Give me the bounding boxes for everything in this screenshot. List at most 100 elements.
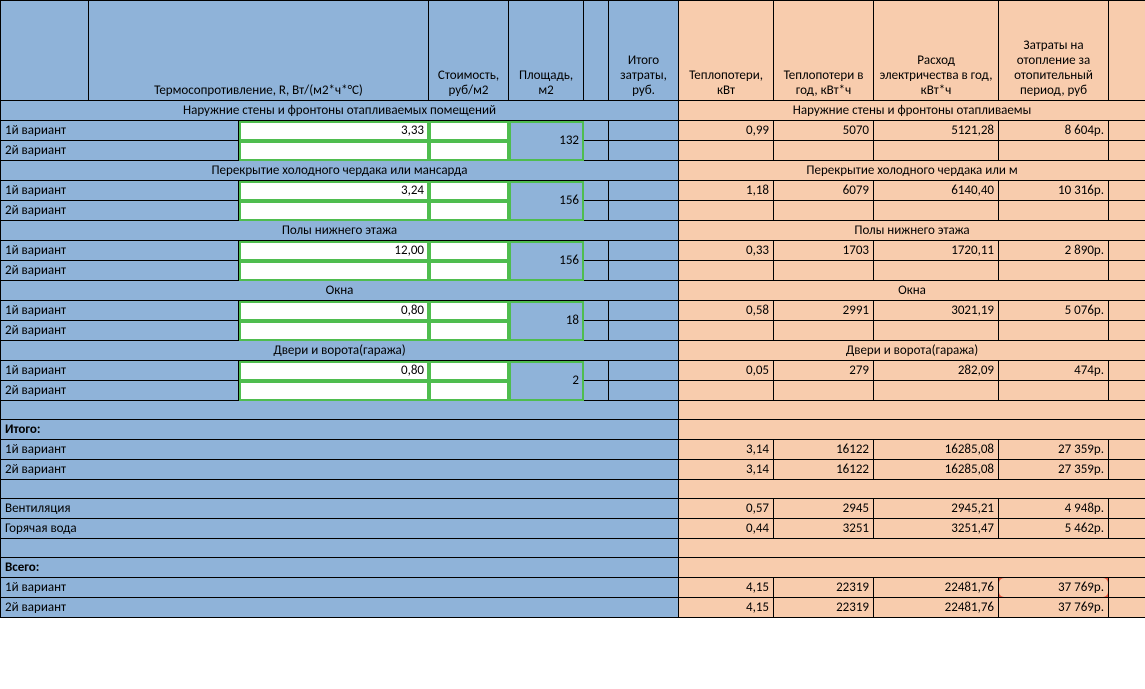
hot-heat[interactable]: 5 462р.: [999, 519, 1109, 539]
doors-v1-ov[interactable]: [1109, 361, 1145, 381]
itogo-v2-elec[interactable]: 16285,08: [874, 460, 999, 480]
vsego-v1-elec[interactable]: 22481,76: [874, 578, 999, 598]
walls-v1-hly[interactable]: 5070: [774, 121, 874, 141]
section-attic-title-right[interactable]: Перекрытие холодного чердака или м: [679, 161, 1145, 181]
walls-v2-r-input[interactable]: [239, 141, 429, 161]
doors-v1-r-input[interactable]: 0,80: [239, 361, 429, 381]
itogo-v2-ov[interactable]: [1109, 460, 1145, 480]
header-heating-cost[interactable]: Затраты на отопление за отопительный пер…: [999, 1, 1109, 101]
attic-area[interactable]: 156: [509, 181, 584, 221]
header-cost[interactable]: Стоимость, руб/м2: [429, 1, 509, 101]
vent-heat[interactable]: 4 948р.: [999, 499, 1109, 519]
doors-v1-cost-input[interactable]: [429, 361, 509, 381]
itogo-v1-elec[interactable]: 16285,08: [874, 440, 999, 460]
floor-v2-r-input[interactable]: [239, 261, 429, 281]
floor-v2-cost-input[interactable]: [429, 261, 509, 281]
attic-v1-tot[interactable]: [609, 181, 679, 201]
doors-v2-label[interactable]: 2й вариант: [1, 381, 239, 401]
floor-v1-hly[interactable]: 1703: [774, 241, 874, 261]
doors-v2-elec[interactable]: [874, 381, 999, 401]
walls-v2-heat[interactable]: [999, 141, 1109, 161]
vent-hl[interactable]: 0,57: [679, 499, 774, 519]
itogo-label[interactable]: Итого:: [1, 420, 679, 440]
windows-v2-sp[interactable]: [584, 321, 609, 341]
walls-v2-ov[interactable]: [1109, 141, 1145, 161]
vsego-v2-hly[interactable]: 22319: [774, 598, 874, 618]
walls-v2-sp[interactable]: [584, 141, 609, 161]
itogo-right[interactable]: [679, 420, 1145, 440]
vsego-v2-heat[interactable]: 37 769р.: [999, 598, 1109, 618]
section-windows-title-left[interactable]: Окна: [1, 281, 679, 301]
hot-hl[interactable]: 0,44: [679, 519, 774, 539]
walls-v1-hl[interactable]: 0,99: [679, 121, 774, 141]
itogo-v2-hl[interactable]: 3,14: [679, 460, 774, 480]
section-walls-title-right[interactable]: Наружние стены и фронтоны отапливаемы: [679, 101, 1145, 121]
windows-area[interactable]: 18: [509, 301, 584, 341]
doors-v1-tot[interactable]: [609, 361, 679, 381]
floor-v1-elec[interactable]: 1720,11: [874, 241, 999, 261]
doors-v2-tot[interactable]: [609, 381, 679, 401]
windows-v1-r-input[interactable]: 0,80: [239, 301, 429, 321]
header-electricity[interactable]: Расход электричества в год, кВт*ч: [874, 1, 999, 101]
vent-elec[interactable]: 2945,21: [874, 499, 999, 519]
vsego-v2-ov[interactable]: [1109, 598, 1145, 618]
sep-3-left[interactable]: [1, 539, 679, 558]
header-total[interactable]: Итого затраты, руб.: [609, 1, 679, 101]
attic-v2-cost-input[interactable]: [429, 201, 509, 221]
walls-v1-heat[interactable]: 8 604р.: [999, 121, 1109, 141]
windows-v1-hly[interactable]: 2991: [774, 301, 874, 321]
windows-v1-cost-input[interactable]: [429, 301, 509, 321]
attic-v2-label[interactable]: 2й вариант: [1, 201, 239, 221]
windows-v2-hl[interactable]: [679, 321, 774, 341]
floor-v2-label[interactable]: 2й вариант: [1, 261, 239, 281]
doors-v2-hl[interactable]: [679, 381, 774, 401]
section-walls-title-left[interactable]: Наружние стены и фронтоны отапливаемых п…: [1, 101, 679, 121]
section-floor-title-left[interactable]: Полы нижнего этажа: [1, 221, 679, 241]
attic-v1-heat[interactable]: 10 316р.: [999, 181, 1109, 201]
walls-v1-ov[interactable]: [1109, 121, 1145, 141]
attic-v1-elec[interactable]: 6140,40: [874, 181, 999, 201]
sep-1-right[interactable]: [679, 401, 1145, 420]
attic-v2-ov[interactable]: [1109, 201, 1145, 221]
windows-v1-sp[interactable]: [584, 301, 609, 321]
vsego-v1-heat[interactable]: 37 769р.: [999, 578, 1109, 598]
hot-elec[interactable]: 3251,47: [874, 519, 999, 539]
walls-area[interactable]: 132: [509, 121, 584, 161]
windows-v2-cost-input[interactable]: [429, 321, 509, 341]
walls-v2-label[interactable]: 2й вариант: [1, 141, 239, 161]
doors-v2-hly[interactable]: [774, 381, 874, 401]
hot-label[interactable]: Горячая вода: [1, 519, 679, 539]
attic-v2-hl[interactable]: [679, 201, 774, 221]
walls-v1-tot[interactable]: [609, 121, 679, 141]
itogo-v2-label[interactable]: 2й вариант: [1, 460, 679, 480]
doors-v1-label[interactable]: 1й вариант: [1, 361, 239, 381]
floor-v1-tot[interactable]: [609, 241, 679, 261]
windows-v2-ov[interactable]: [1109, 321, 1145, 341]
header-overflow[interactable]: [1109, 1, 1145, 101]
windows-v2-hly[interactable]: [774, 321, 874, 341]
doors-v2-r-input[interactable]: [239, 381, 429, 401]
vent-hly[interactable]: 2945: [774, 499, 874, 519]
attic-v1-hl[interactable]: 1,18: [679, 181, 774, 201]
floor-v1-heat[interactable]: 2 890р.: [999, 241, 1109, 261]
itogo-v1-hl[interactable]: 3,14: [679, 440, 774, 460]
floor-area[interactable]: 156: [509, 241, 584, 281]
doors-v1-hly[interactable]: 279: [774, 361, 874, 381]
windows-v1-ov[interactable]: [1109, 301, 1145, 321]
vsego-v2-label[interactable]: 2й вариант: [1, 598, 679, 618]
vsego-label[interactable]: Всего:: [1, 558, 679, 578]
vsego-v1-label[interactable]: 1й вариант: [1, 578, 679, 598]
section-doors-title-right[interactable]: Двери и ворота(гаража): [679, 341, 1145, 361]
doors-v2-cost-input[interactable]: [429, 381, 509, 401]
sep-2-right[interactable]: [679, 480, 1145, 499]
vsego-right[interactable]: [679, 558, 1145, 578]
floor-v2-heat[interactable]: [999, 261, 1109, 281]
walls-v1-elec[interactable]: 5121,28: [874, 121, 999, 141]
walls-v2-cost-input[interactable]: [429, 141, 509, 161]
walls-v1-sp[interactable]: [584, 121, 609, 141]
attic-v2-heat[interactable]: [999, 201, 1109, 221]
attic-v2-hly[interactable]: [774, 201, 874, 221]
floor-v2-hly[interactable]: [774, 261, 874, 281]
itogo-v2-heat[interactable]: 27 359р.: [999, 460, 1109, 480]
floor-v2-ov[interactable]: [1109, 261, 1145, 281]
